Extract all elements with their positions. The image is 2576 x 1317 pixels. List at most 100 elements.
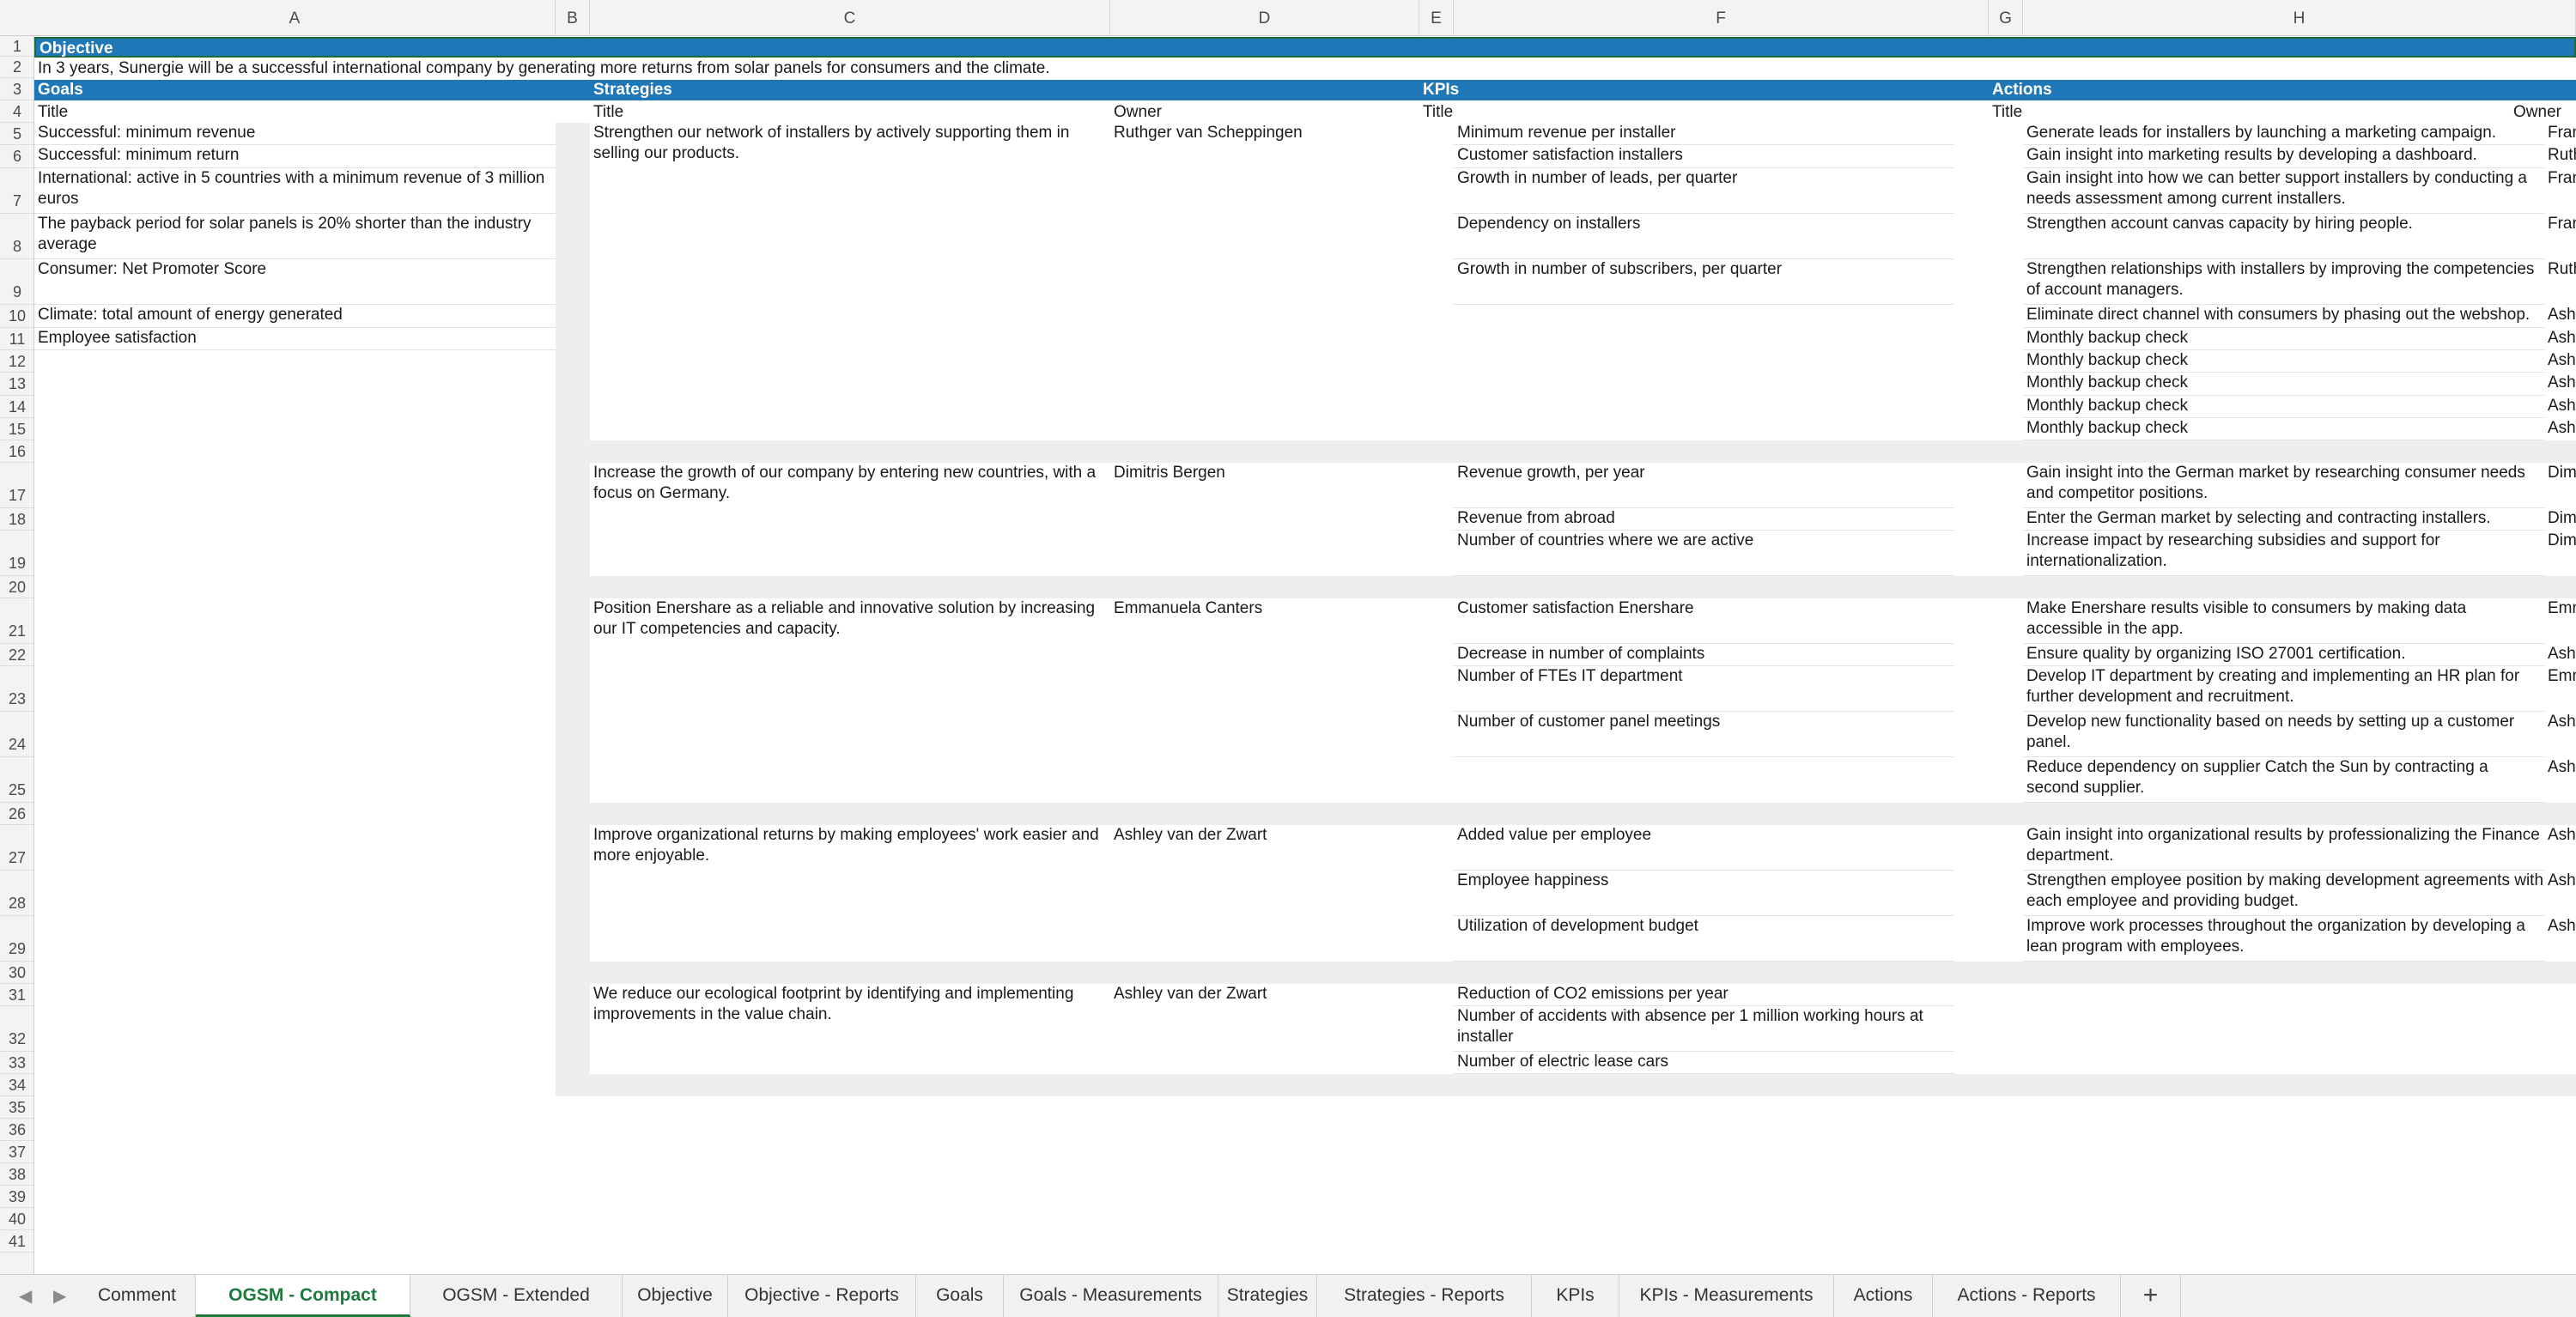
actions-title-header[interactable]: Title xyxy=(1989,102,2510,123)
action-title[interactable]: Improve work processes throughout the or… xyxy=(2023,916,2544,962)
sheet-tab-goals[interactable]: Goals xyxy=(916,1275,1004,1317)
kpi-title[interactable]: Number of electric lease cars xyxy=(1454,1052,1954,1074)
add-sheet-button[interactable]: + xyxy=(2121,1275,2181,1317)
row-header[interactable]: 9 xyxy=(0,259,33,305)
column-header-d[interactable]: D xyxy=(1110,0,1419,36)
row-header[interactable]: 16 xyxy=(0,440,33,463)
objective-text[interactable]: In 3 years, Sunergie will be a successfu… xyxy=(34,58,2576,79)
action-owner[interactable]: Ashley v xyxy=(2544,373,2576,396)
action-title[interactable]: Develop new functionality based on needs… xyxy=(2023,712,2544,757)
row-header[interactable]: 23 xyxy=(0,666,33,712)
sheet-tab-objective-reports[interactable]: Objective - Reports xyxy=(728,1275,916,1317)
sheet-tab-comment[interactable]: Comment xyxy=(79,1275,196,1317)
strategy-owner[interactable]: Dimitris Bergen xyxy=(1110,463,1419,483)
kpi-title[interactable]: Revenue from abroad xyxy=(1454,508,1954,531)
sheet-tab-goals-measurements[interactable]: Goals - Measurements xyxy=(1004,1275,1218,1317)
row-header[interactable]: 4 xyxy=(0,100,33,123)
row-header[interactable]: 2 xyxy=(0,57,33,78)
strategies-header[interactable]: Strategies xyxy=(590,80,1419,100)
action-owner[interactable]: Emmanu xyxy=(2544,666,2576,712)
goal-title[interactable]: Climate: total amount of energy generate… xyxy=(34,305,556,328)
row-header[interactable]: 32 xyxy=(0,1006,33,1052)
row-header[interactable]: 14 xyxy=(0,396,33,418)
goals-header[interactable]: Goals xyxy=(34,80,556,100)
kpi-title[interactable]: Decrease in number of complaints xyxy=(1454,644,1954,666)
sheet-tab-objective[interactable]: Objective xyxy=(623,1275,728,1317)
row-header[interactable]: 38 xyxy=(0,1163,33,1186)
action-owner[interactable]: Dimitris xyxy=(2544,531,2576,576)
action-owner[interactable]: Emmanu xyxy=(2544,598,2576,644)
action-owner[interactable]: Ashley v xyxy=(2544,328,2576,350)
prev-sheet-icon[interactable]: ◀ xyxy=(19,1285,32,1307)
row-header[interactable]: 31 xyxy=(0,984,33,1006)
kpi-title[interactable]: Employee happiness xyxy=(1454,871,1954,916)
row-header[interactable]: 18 xyxy=(0,508,33,531)
goal-title[interactable]: International: active in 5 countries wit… xyxy=(34,168,556,214)
strategies-owner-header[interactable]: Owner xyxy=(1110,102,1419,123)
row-header[interactable]: 7 xyxy=(0,168,33,214)
action-title[interactable]: Monthly backup check xyxy=(2023,373,2544,396)
row-header[interactable]: 10 xyxy=(0,305,33,328)
row-header[interactable]: 30 xyxy=(0,962,33,984)
row-header[interactable]: 13 xyxy=(0,373,33,396)
sheet-tab-ogsm-compact[interactable]: OGSM - Compact xyxy=(196,1275,410,1317)
action-title[interactable]: Generate leads for installers by launchi… xyxy=(2023,123,2544,145)
goal-title[interactable]: Employee satisfaction xyxy=(34,328,556,350)
row-header[interactable]: 12 xyxy=(0,350,33,373)
kpi-title[interactable]: Dependency on installers xyxy=(1454,214,1954,259)
strategy-owner[interactable]: Emmanuela Canters xyxy=(1110,598,1419,619)
kpi-title[interactable]: Customer satisfaction installers xyxy=(1454,145,1954,168)
action-title[interactable]: Ensure quality by organizing ISO 27001 c… xyxy=(2023,644,2544,666)
row-header[interactable]: 34 xyxy=(0,1074,33,1096)
strategy-title[interactable]: Improve organizational returns by making… xyxy=(590,825,1110,868)
row-header[interactable]: 39 xyxy=(0,1186,33,1208)
kpi-title[interactable]: Reduction of CO2 emissions per year xyxy=(1454,984,1954,1006)
action-owner[interactable]: Ashley v xyxy=(2544,825,2576,871)
row-header[interactable]: 22 xyxy=(0,644,33,666)
action-title[interactable]: Strengthen account canvas capacity by hi… xyxy=(2023,214,2544,259)
sheet-tab-ogsm-extended[interactable]: OGSM - Extended xyxy=(410,1275,623,1317)
sheet-tab-actions[interactable]: Actions xyxy=(1834,1275,1933,1317)
kpi-title[interactable]: Customer satisfaction Enershare xyxy=(1454,598,1954,644)
sheet-tab-actions-reports[interactable]: Actions - Reports xyxy=(1933,1275,2121,1317)
action-title[interactable]: Gain insight into marketing results by d… xyxy=(2023,145,2544,168)
row-header[interactable]: 33 xyxy=(0,1052,33,1074)
strategy-title[interactable]: Strengthen our network of installers by … xyxy=(590,123,1110,166)
row-header[interactable]: 3 xyxy=(0,78,33,100)
spreadsheet-grid[interactable]: Objective In 3 years, Sunergie will be a… xyxy=(34,36,2576,1274)
action-owner[interactable]: Dimitris xyxy=(2544,508,2576,531)
row-header[interactable]: 21 xyxy=(0,598,33,644)
sheet-tab-strategies[interactable]: Strategies xyxy=(1218,1275,1317,1317)
kpi-title[interactable]: Growth in number of leads, per quarter xyxy=(1454,168,1954,214)
row-header[interactable]: 29 xyxy=(0,916,33,962)
row-header[interactable]: 37 xyxy=(0,1141,33,1163)
action-owner[interactable]: Ashley v xyxy=(2544,644,2576,666)
action-title[interactable]: Gain insight into how we can better supp… xyxy=(2023,168,2544,214)
action-owner[interactable]: Ruthger xyxy=(2544,145,2576,168)
action-title[interactable]: Make Enershare results visible to consum… xyxy=(2023,598,2544,644)
action-owner[interactable]: Ashley v xyxy=(2544,757,2576,803)
action-title[interactable]: Develop IT department by creating and im… xyxy=(2023,666,2544,712)
action-owner[interactable]: Ruthger xyxy=(2544,259,2576,305)
row-header[interactable]: 15 xyxy=(0,418,33,440)
kpi-title[interactable]: Number of FTEs IT department xyxy=(1454,666,1954,712)
action-title[interactable]: Strengthen relationships with installers… xyxy=(2023,259,2544,305)
column-header-a[interactable]: A xyxy=(34,0,556,36)
row-header[interactable]: 19 xyxy=(0,531,33,576)
action-owner[interactable]: Franklin xyxy=(2544,214,2576,259)
action-title[interactable]: Monthly backup check xyxy=(2023,328,2544,350)
column-header-e[interactable]: E xyxy=(1419,0,1454,36)
sheet-tab-strategies-reports[interactable]: Strategies - Reports xyxy=(1317,1275,1532,1317)
row-header[interactable]: 27 xyxy=(0,825,33,871)
strategy-owner[interactable]: Ruthger van Scheppingen xyxy=(1110,123,1419,143)
action-owner[interactable]: Ashley v xyxy=(2544,916,2576,962)
row-header[interactable]: 26 xyxy=(0,803,33,825)
goal-title[interactable]: The payback period for solar panels is 2… xyxy=(34,214,556,259)
kpis-header[interactable]: KPIs xyxy=(1419,80,1989,100)
action-owner[interactable]: Ashley v xyxy=(2544,418,2576,440)
goal-title[interactable]: Successful: minimum return xyxy=(34,145,556,168)
action-owner[interactable]: Ashley v xyxy=(2544,396,2576,418)
row-header[interactable]: 25 xyxy=(0,757,33,803)
kpi-title[interactable]: Minimum revenue per installer xyxy=(1454,123,1954,145)
strategy-title[interactable]: We reduce our ecological footprint by id… xyxy=(590,984,1110,1027)
